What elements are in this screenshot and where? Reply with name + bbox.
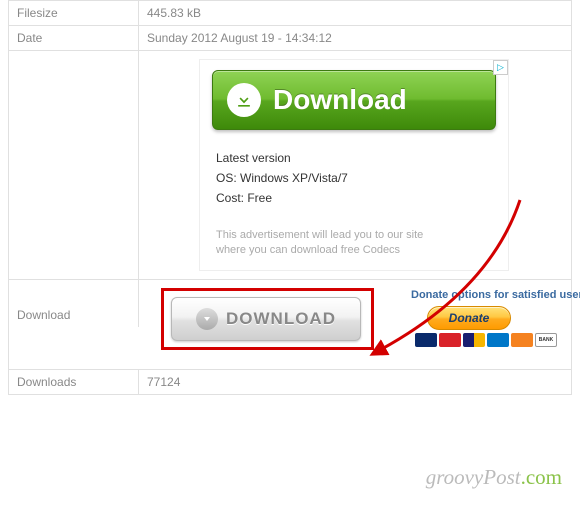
downloads-label: Downloads — [9, 370, 139, 394]
payment-cards: BANK — [415, 333, 580, 347]
card-mastercard-icon — [439, 333, 461, 347]
ad-download-label: Download — [273, 84, 407, 116]
row-filesize: Filesize 445.83 kB — [9, 0, 571, 25]
info-table: Filesize 445.83 kB Date Sunday 2012 Augu… — [8, 0, 572, 395]
row-download: Download DOWNLOAD Donate options for sat… — [9, 279, 571, 369]
ad-cost: Cost: Free — [216, 188, 492, 208]
date-value: Sunday 2012 August 19 - 14:34:12 — [139, 26, 571, 50]
watermark: groovyPost.com — [426, 465, 562, 490]
row-advertisement: ▷ Download Latest version OS: Windows XP… — [9, 50, 571, 279]
ad-disclaimer: This advertisement will lead you to our … — [200, 218, 508, 258]
ad-info: Latest version OS: Windows XP/Vista/7 Co… — [200, 130, 508, 218]
row-downloads: Downloads 77124 — [9, 369, 571, 394]
card-maestro-icon — [415, 333, 437, 347]
downloads-value: 77124 — [139, 370, 571, 394]
filesize-label: Filesize — [9, 1, 139, 25]
download-button[interactable]: DOWNLOAD — [171, 297, 361, 341]
donate-button[interactable]: Donate — [427, 306, 511, 330]
donate-title: Donate options for satisfied users: — [411, 288, 580, 302]
date-label: Date — [9, 26, 139, 50]
ad-os: OS: Windows XP/Vista/7 — [216, 168, 492, 188]
ad-download-button[interactable]: Download — [212, 70, 496, 130]
download-arrow-icon — [227, 83, 261, 117]
donate-block: Donate options for satisfied users: Dona… — [411, 288, 580, 347]
ad-latest: Latest version — [216, 148, 492, 168]
download-triangle-icon — [196, 308, 218, 330]
download-button-label: DOWNLOAD — [226, 309, 336, 329]
download-label: Download — [9, 280, 139, 327]
card-bank-icon: BANK — [535, 333, 557, 347]
row-date: Date Sunday 2012 August 19 - 14:34:12 — [9, 25, 571, 50]
card-discover-icon — [511, 333, 533, 347]
download-highlight: DOWNLOAD — [161, 288, 374, 350]
filesize-value: 445.83 kB — [139, 1, 571, 25]
adchoices-icon[interactable]: ▷ — [493, 60, 508, 75]
card-visa-icon — [463, 333, 485, 347]
card-amex-icon — [487, 333, 509, 347]
ad-box: ▷ Download Latest version OS: Windows XP… — [199, 59, 509, 271]
